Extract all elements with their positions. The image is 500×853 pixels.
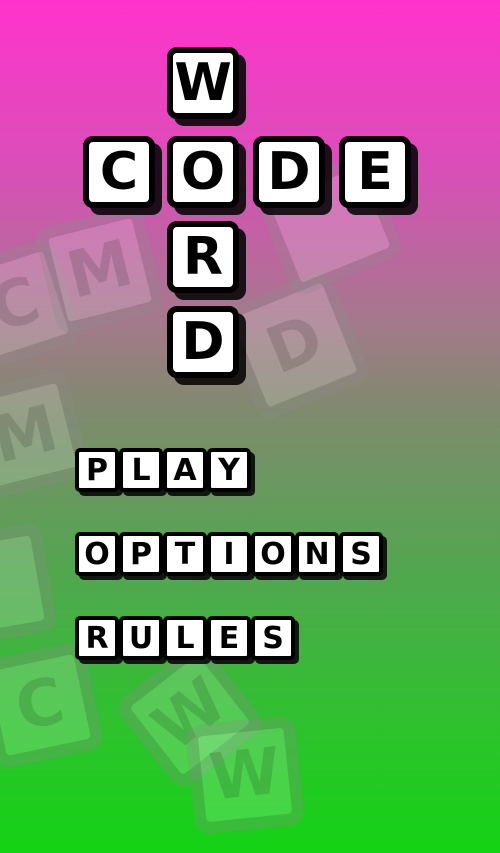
title-tile-d-across: D [253,136,325,208]
menu-letter: L [163,616,207,660]
title-tile-e: E [339,136,411,208]
menu-letter: Y [207,448,251,492]
menu-letter: A [163,448,207,492]
bg-tile-w-front: W [184,714,306,836]
menu-letter: O [75,532,119,576]
title-tile-r: R [167,221,239,293]
menu-letter: T [163,532,207,576]
play-button[interactable]: P L A Y [75,448,251,492]
title-tile-o: O [167,136,239,208]
title-tile-c: C [83,136,155,208]
menu-letter: R [75,616,119,660]
menu-letter: L [119,448,163,492]
menu-letter: S [251,616,295,660]
title-tile-d-down: D [167,306,239,378]
bg-tile-left-edge [0,521,59,649]
menu-letter: P [75,448,119,492]
rules-button[interactable]: R U L E S [75,616,295,660]
menu-letter: N [295,532,339,576]
menu-letter: I [207,532,251,576]
options-button[interactable]: O P T I O N S [75,532,383,576]
title-tile-w: W [167,47,239,119]
menu-letter: P [119,532,163,576]
menu-letter: S [339,532,383,576]
menu-letter: O [251,532,295,576]
menu-letter: U [119,616,163,660]
menu-letter: E [207,616,251,660]
